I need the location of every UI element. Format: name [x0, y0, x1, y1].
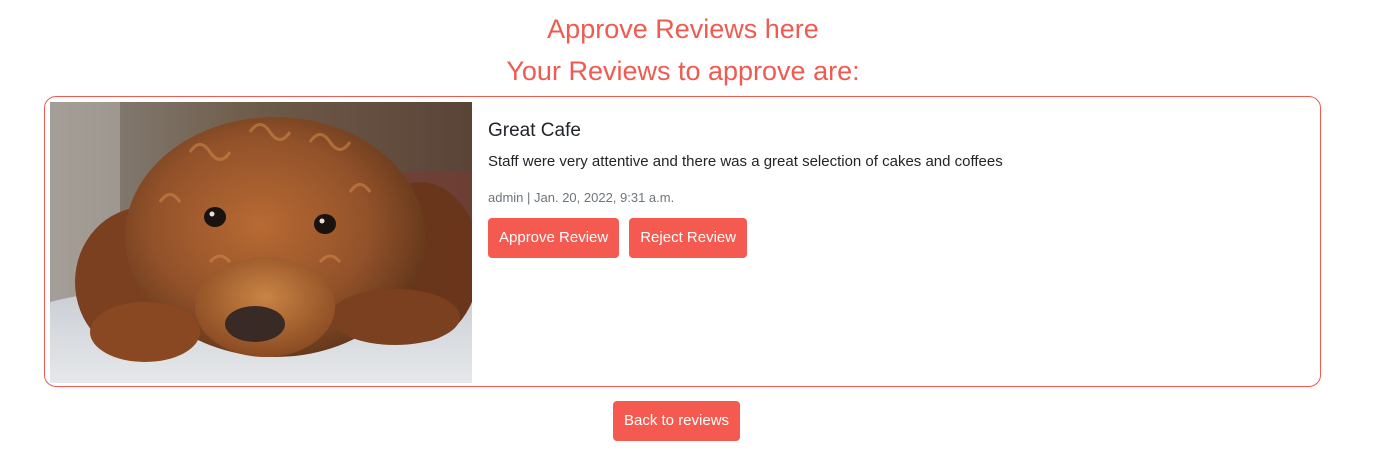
approve-reviews-page: Approve Reviews here Your Reviews to app…	[0, 0, 1389, 463]
review-body: Great Cafe Staff were very attentive and…	[488, 119, 1300, 258]
review-title: Great Cafe	[488, 120, 581, 141]
approve-review-button[interactable]: Approve Review	[488, 218, 620, 258]
review-meta: admin | Jan. 20, 2022, 9:31 a.m.	[488, 190, 675, 205]
review-text: Staff were very attentive and there was …	[488, 153, 1003, 170]
back-to-reviews-button[interactable]: Back to reviews	[613, 401, 741, 441]
review-card: Great Cafe Staff were very attentive and…	[44, 96, 1321, 387]
page-subtitle: Your Reviews to approve are:	[506, 56, 860, 86]
reject-review-button[interactable]: Reject Review	[629, 218, 748, 258]
review-actions: Approve Review Reject Review	[488, 218, 1300, 258]
review-dog-image	[50, 102, 472, 383]
page-title: Approve Reviews here	[547, 14, 819, 44]
